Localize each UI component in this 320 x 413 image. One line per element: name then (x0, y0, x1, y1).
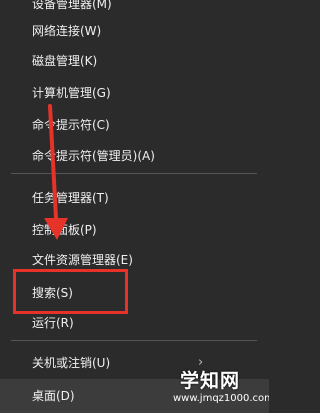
menu-item-label: 关机或注销(U) (32, 356, 111, 370)
menu-item-label: 运行(R) (32, 316, 74, 330)
menu-item-file-explorer[interactable]: 文件资源管理器(E) (0, 243, 269, 277)
menu-item-label: 任务管理器(T) (32, 191, 109, 205)
menu-item-task-manager[interactable]: 任务管理器(T) (0, 181, 269, 215)
menu-item-command-prompt-admin[interactable]: 命令提示符(管理员)(A) (0, 139, 269, 173)
watermark-title: 学知网 (180, 370, 241, 392)
menu-item-network-connections[interactable]: 网络连接(W) (0, 14, 269, 48)
menu-item-label: 搜索(S) (32, 286, 73, 300)
menu-item-control-panel[interactable]: 控制面板(P) (0, 213, 269, 247)
menu-item-search[interactable]: 搜索(S) (0, 276, 269, 310)
menu-item-label: 网络连接(W) (32, 24, 102, 38)
menu-item-command-prompt[interactable]: 命令提示符(C) (0, 108, 269, 142)
menu-item-label: 命令提示符(管理员)(A) (32, 149, 155, 163)
menu-item-label: 控制面板(P) (32, 223, 97, 237)
menu-item-label: 文件资源管理器(E) (32, 253, 133, 267)
menu-item-run[interactable]: 运行(R) (0, 306, 269, 340)
watermark-url: www.jmqz1000.com (173, 393, 269, 404)
menu-item-label: 计算机管理(G) (32, 86, 111, 100)
menu-separator (11, 173, 257, 174)
menu-separator (11, 340, 257, 341)
menu-item-disk-management[interactable]: 磁盘管理(K) (0, 44, 269, 78)
menu-item-computer-management[interactable]: 计算机管理(G) (0, 76, 269, 110)
winx-context-menu: 设备管理器(M) 网络连接(W) 磁盘管理(K) 计算机管理(G) 命令提示符(… (0, 0, 269, 413)
menu-item-label: 命令提示符(C) (32, 118, 110, 132)
menu-item-label: 磁盘管理(K) (32, 54, 98, 68)
menu-item-label: 桌面(D) (32, 389, 75, 403)
